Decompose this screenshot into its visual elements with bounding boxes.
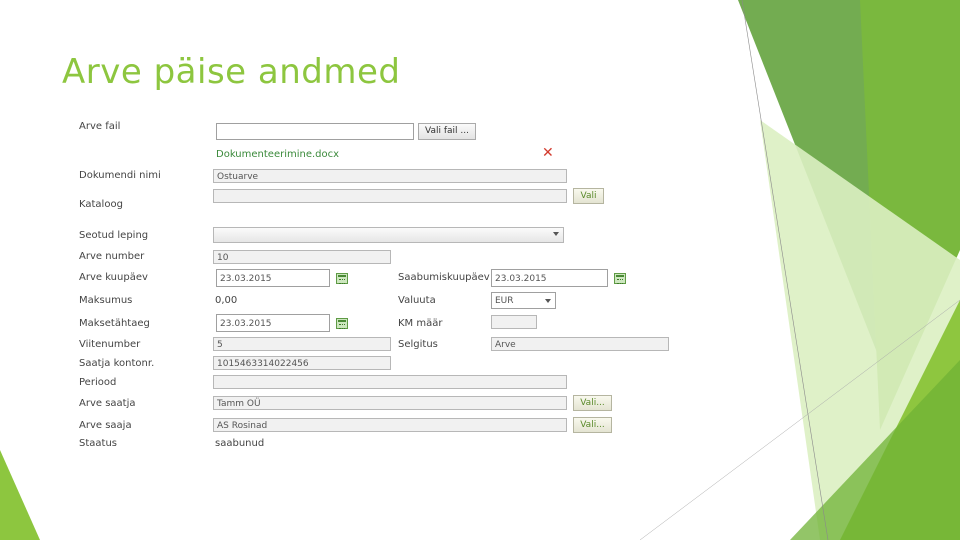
calendar-icon[interactable] [336,273,348,284]
label-viitenumber: Viitenumber [79,339,141,350]
label-arve-kuupaev: Arve kuupäev [79,272,148,283]
label-selgitus: Selgitus [398,339,438,350]
label-arve-number: Arve number [79,251,145,262]
remove-attachment-icon[interactable]: ✕ [542,146,554,160]
label-saabumiskuupaev: Saabumiskuupäev [398,272,490,283]
vat-rate-field[interactable] [491,315,537,329]
label-kataloog: Kataloog [79,199,123,210]
calendar-icon[interactable] [336,318,348,329]
period-field[interactable] [213,375,567,389]
chevron-down-icon [545,299,551,303]
attachment-link[interactable]: Dokumenteerimine.docx [216,149,339,160]
amount-value: 0,00 [215,295,238,306]
due-date-field[interactable]: 23.03.2015 [216,314,330,332]
label-dokumendi-nimi: Dokumendi nimi [79,170,161,181]
calendar-icon[interactable] [614,273,626,284]
sender-select-button[interactable]: Vali... [573,395,612,411]
reference-number-field[interactable]: 5 [213,337,391,351]
description-field[interactable]: Arve [491,337,669,351]
status-value: saabunud [215,438,265,449]
recipient-select-button[interactable]: Vali... [573,417,612,433]
invoice-sender-field[interactable]: Tamm OÜ [213,396,567,410]
choose-file-button[interactable]: Vali fail ... [418,123,476,140]
label-km-maar: KM määr [398,318,443,329]
catalog-select-button[interactable]: Vali [573,188,604,204]
label-seotud-leping: Seotud leping [79,230,149,241]
invoice-number-field[interactable]: 10 [213,250,391,264]
label-arve-saatja: Arve saatja [79,398,136,409]
label-staatus: Staatus [79,438,117,449]
label-saatja-kontonr: Saatja kontonr. [79,358,155,369]
chevron-down-icon [553,232,559,236]
invoice-header-form: Arve fail Vali fail ... Dokumenteerimine… [0,0,960,540]
arrival-date-field[interactable]: 23.03.2015 [491,269,608,287]
label-arve-saaja: Arve saaja [79,420,132,431]
invoice-recipient-field[interactable]: AS Rosinad [213,418,567,432]
label-maksetahtaeg: Maksetähtaeg [79,318,150,329]
invoice-date-field[interactable]: 23.03.2015 [216,269,330,287]
file-input[interactable] [216,123,414,140]
document-name-field[interactable]: Ostuarve [213,169,567,183]
contract-select[interactable] [213,227,564,243]
label-valuuta: Valuuta [398,295,436,306]
sender-account-field[interactable]: 1015463314022456 [213,356,391,370]
currency-select[interactable]: EUR [491,292,556,309]
label-maksumus: Maksumus [79,295,133,306]
label-periood: Periood [79,377,117,388]
catalog-field[interactable] [213,189,567,203]
currency-select-value: EUR [495,296,514,306]
label-arve-fail: Arve fail [79,121,121,132]
